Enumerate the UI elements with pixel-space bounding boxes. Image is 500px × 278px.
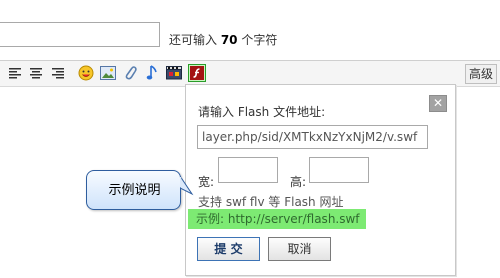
- align-center-icon[interactable]: [27, 64, 45, 82]
- advanced-button[interactable]: 高级: [464, 64, 497, 84]
- width-label: 宽:: [198, 175, 215, 189]
- char-counter: 还可输入 70 个字符: [169, 31, 277, 48]
- height-label: 高:: [290, 175, 307, 189]
- char-counter-prefix: 还可输入: [169, 33, 221, 47]
- flash-icon[interactable]: [188, 64, 206, 82]
- char-counter-count: 70: [220, 33, 238, 47]
- callout-pointer-icon: [180, 176, 194, 196]
- submit-button[interactable]: 提 交: [197, 237, 260, 261]
- annotation-callout: 示例说明: [86, 170, 181, 210]
- insert-flash-dialog: 请输入 Flash 文件地址: ✕ layer.php/sid/XMTkxNzY…: [185, 84, 456, 276]
- emoticon-icon[interactable]: [77, 64, 95, 82]
- annotation-text: 示例说明: [108, 183, 161, 198]
- support-text: 支持 swf flv 等 Flash 网址: [198, 195, 344, 209]
- title-input[interactable]: [0, 22, 160, 47]
- image-icon[interactable]: [99, 64, 117, 82]
- char-counter-suffix: 个字符: [237, 33, 278, 47]
- align-right-icon[interactable]: [49, 64, 67, 82]
- dialog-title: 请输入 Flash 文件地址:: [198, 105, 326, 119]
- align-left-icon[interactable]: [6, 64, 24, 82]
- music-icon[interactable]: [143, 64, 161, 82]
- close-icon[interactable]: ✕: [429, 95, 447, 112]
- cancel-button[interactable]: 取消: [268, 237, 331, 261]
- flash-url-input[interactable]: layer.php/sid/XMTkxNzYxNjM2/v.swf: [197, 125, 428, 149]
- attachment-icon[interactable]: [121, 64, 139, 82]
- width-input[interactable]: [218, 157, 278, 183]
- video-icon[interactable]: [165, 64, 183, 82]
- example-text: 示例: http://server/flash.swf: [188, 209, 366, 229]
- height-input[interactable]: [309, 157, 369, 183]
